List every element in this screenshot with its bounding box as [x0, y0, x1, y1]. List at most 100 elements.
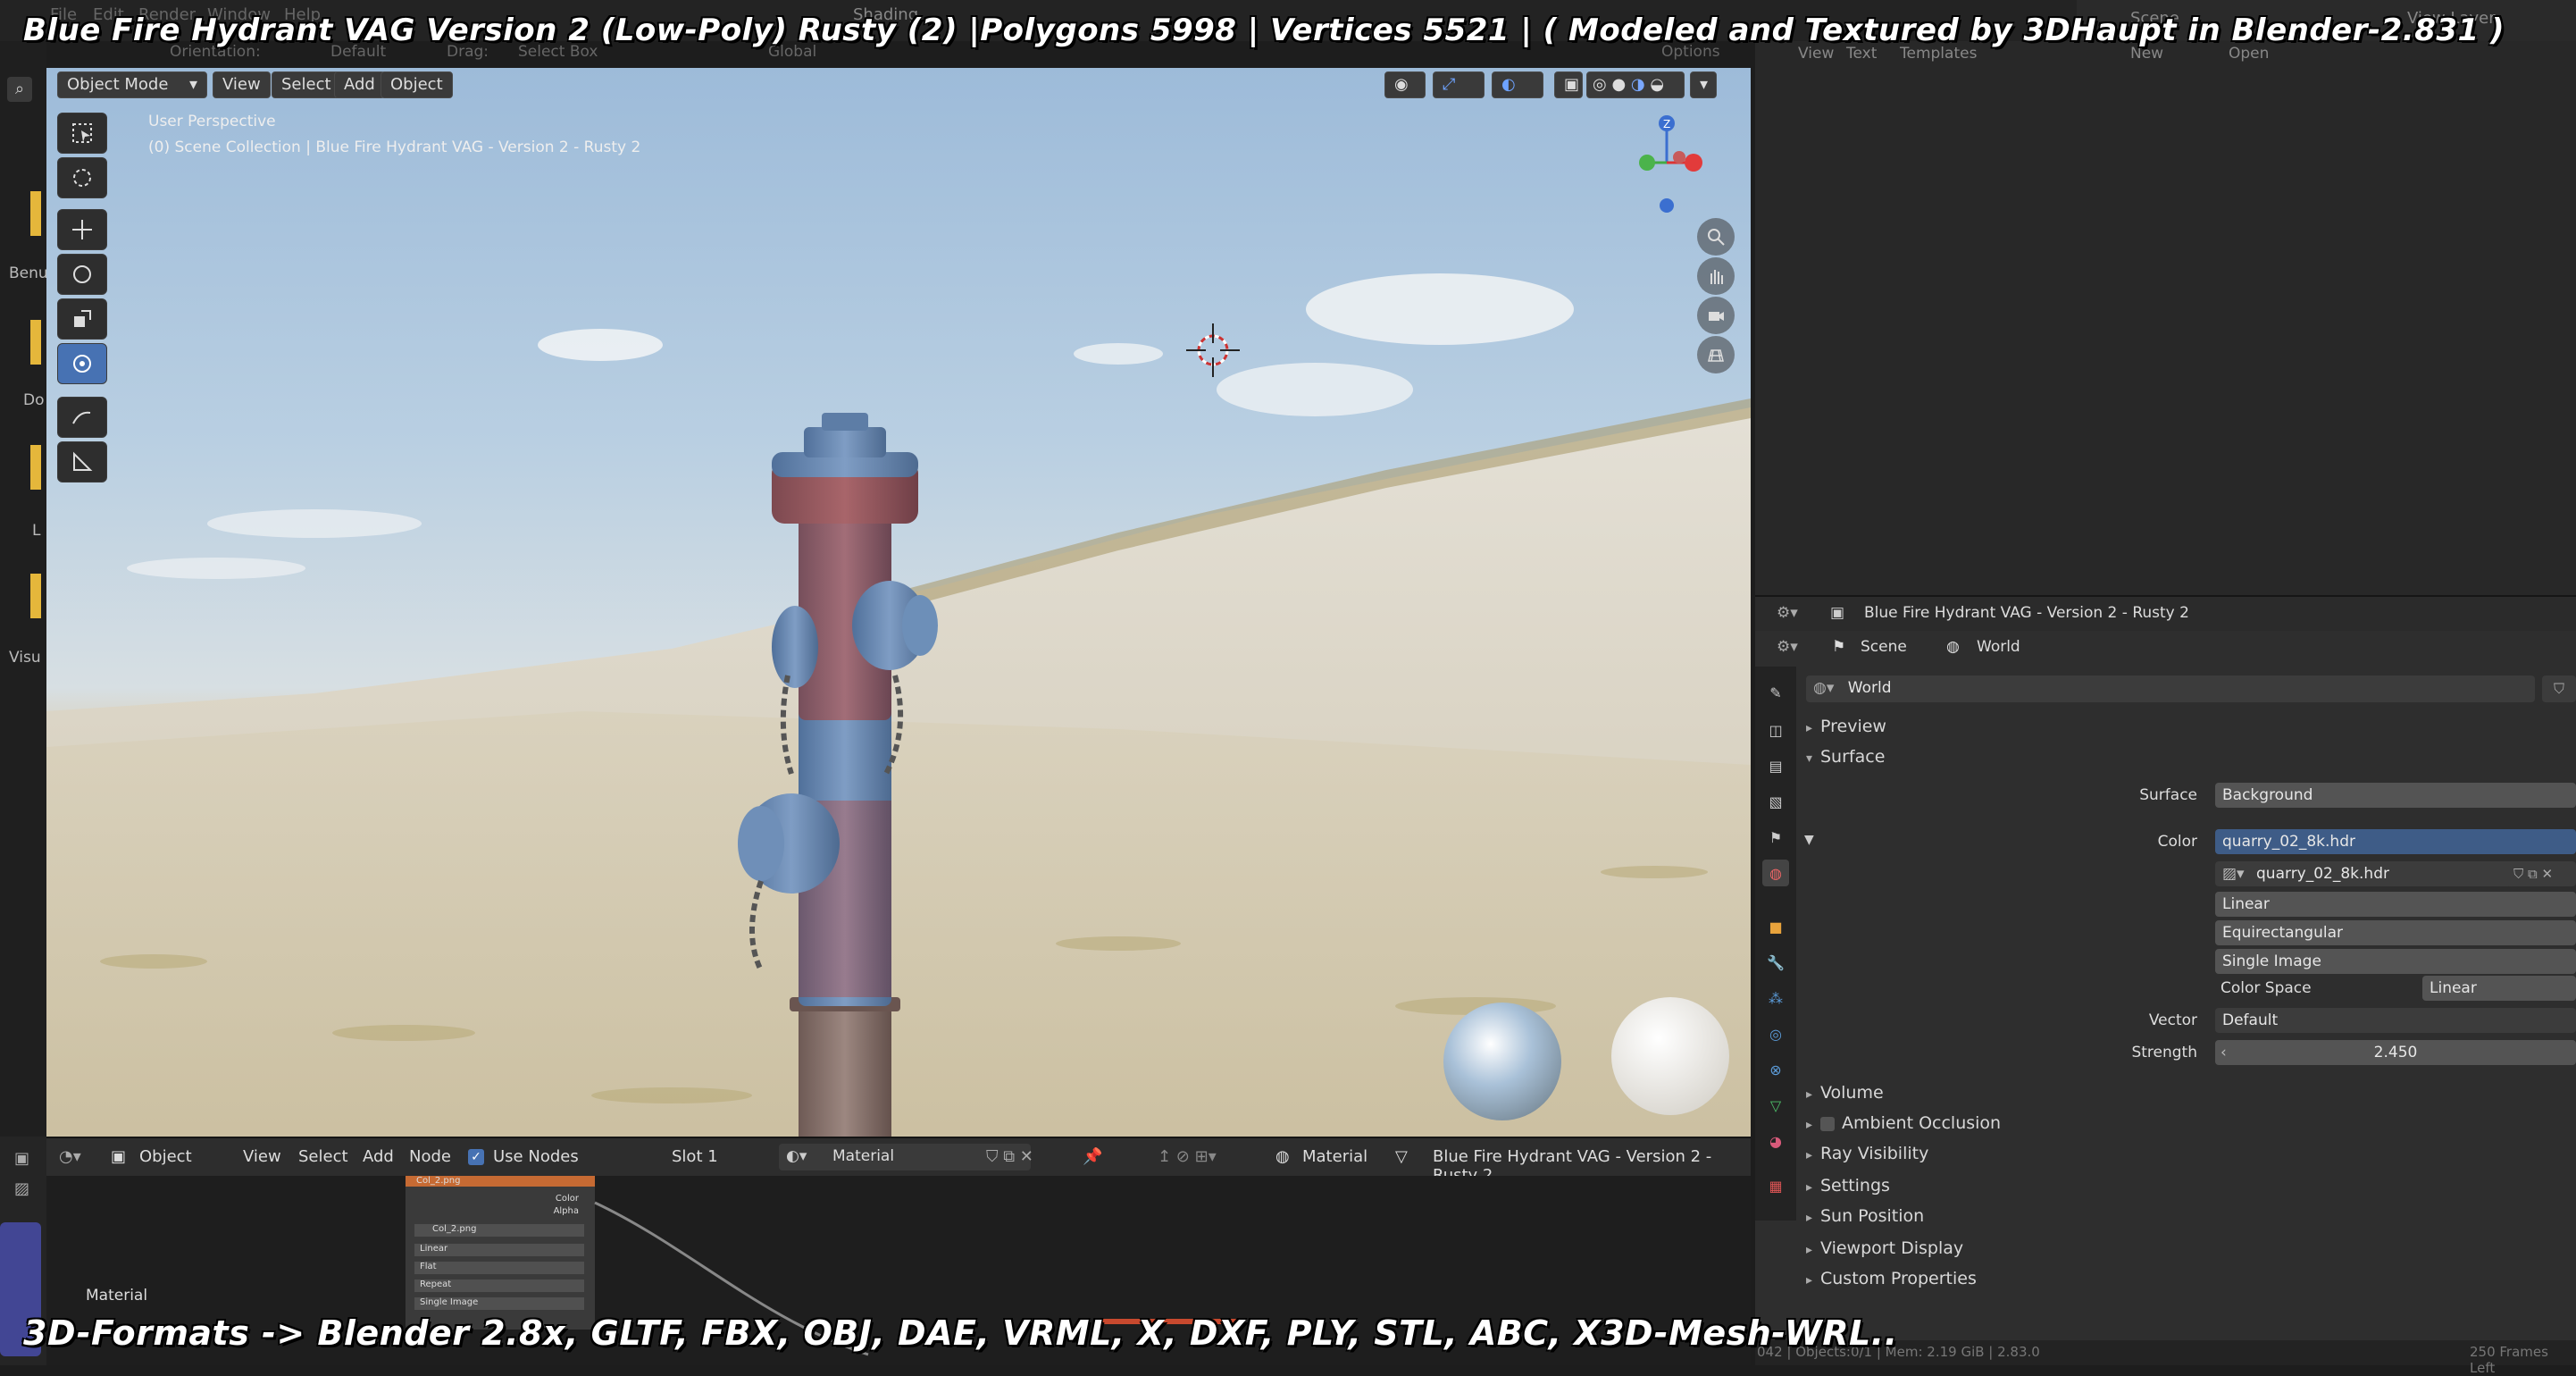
viewport-menu-object[interactable]: Object — [381, 71, 453, 98]
breadcrumb-scene[interactable]: Scene — [1861, 638, 1907, 656]
vector-input-field[interactable]: Default — [2215, 1008, 2576, 1033]
panel-viewport-display[interactable]: ▸ Viewport Display — [1806, 1238, 1963, 1258]
viewport-menu-view[interactable]: View — [213, 71, 271, 98]
text-editor-area[interactable]: View Text Templates New Open — [1755, 41, 2576, 595]
panel-ambient-occlusion[interactable]: ▸ Ambient Occlusion — [1806, 1113, 2001, 1133]
material-actions-icons[interactable]: ⛉ ⧉ ✕ — [986, 1147, 1033, 1166]
panel-custom-properties[interactable]: ▸ Custom Properties — [1806, 1269, 1977, 1288]
panel-settings[interactable]: ▸ Settings — [1806, 1176, 1890, 1196]
gizmo-toggle-icon[interactable]: ⤢ — [1433, 71, 1485, 98]
material-tab-icon[interactable]: ◕ — [1762, 1128, 1789, 1154]
node-image-field[interactable]: Col_2.png — [414, 1224, 584, 1237]
folder-icon[interactable] — [30, 191, 41, 236]
zoom-icon[interactable] — [1697, 218, 1735, 256]
wireframe-shading-icon[interactable]: ◎ — [1593, 75, 1607, 94]
folder-icon[interactable] — [30, 445, 41, 490]
panel-preview[interactable]: ▸ Preview — [1806, 717, 1886, 736]
interpolation-dropdown[interactable]: Linear — [2215, 892, 2576, 917]
fake-user-shield-icon[interactable]: ⛉ — [2542, 675, 2576, 702]
panel-sun-position[interactable]: ▸ Sun Position — [1806, 1206, 1924, 1226]
scene-tab-icon[interactable]: ⚑ — [1762, 824, 1789, 851]
rendered-shading-icon[interactable]: ◒ — [1650, 75, 1664, 94]
measure-tool-icon[interactable] — [57, 441, 107, 482]
ao-checkbox[interactable] — [1820, 1116, 1835, 1131]
breadcrumb-world[interactable]: World — [1977, 638, 2020, 656]
source-dropdown[interactable]: Single Image — [2215, 949, 2576, 974]
node-menu-select[interactable]: Select — [298, 1147, 348, 1166]
folder-icon[interactable] — [30, 574, 41, 618]
render-tab-icon[interactable]: ◫ — [1762, 717, 1789, 743]
strength-slider[interactable]: ‹ 2.450 — [2215, 1040, 2576, 1065]
tool-tab-icon[interactable]: ✎ — [1762, 679, 1789, 706]
select-box-tool-icon[interactable] — [57, 113, 107, 154]
viewport-menu-select[interactable]: Select — [272, 71, 341, 98]
node-menu-node[interactable]: Node — [409, 1147, 451, 1166]
overlays-icon[interactable]: ◐ — [1492, 71, 1543, 98]
editor-type-icon[interactable]: ⚙▾ — [1777, 604, 1798, 622]
object-mode-dropdown[interactable]: Object Mode ▾ — [57, 71, 207, 98]
physics-tab-icon[interactable]: ◎ — [1762, 1020, 1789, 1047]
output-color-socket[interactable]: Color — [556, 1194, 579, 1204]
image-texture-node[interactable]: Col_2.png Color Alpha Col_2.png Linear F… — [406, 1176, 595, 1330]
data-tab-icon[interactable]: ▽ — [1762, 1092, 1789, 1119]
world-datablock-field[interactable]: ◍▾ World — [1806, 675, 2535, 702]
visibility-icon[interactable]: ◉ — [1384, 71, 1426, 98]
particles-tab-icon[interactable]: ⁂ — [1762, 985, 1789, 1011]
node-menu-view[interactable]: View — [243, 1147, 281, 1166]
image-editor-icon[interactable]: ▨ — [14, 1179, 29, 1198]
camera-icon[interactable] — [1697, 297, 1735, 334]
panel-surface[interactable]: ▾ Surface — [1806, 747, 1885, 767]
slot-dropdown[interactable]: Slot 1 — [672, 1147, 718, 1166]
decrement-arrow-icon[interactable]: ‹ — [2221, 1040, 2227, 1065]
folder-icon[interactable] — [30, 320, 41, 365]
shading-options-dropdown[interactable]: ▾ — [1690, 71, 1717, 98]
cursor-tool-icon[interactable] — [57, 157, 107, 198]
node-extension-dropdown[interactable]: Repeat — [414, 1280, 584, 1292]
transform-tool-icon[interactable] — [57, 343, 107, 384]
texture-tab-icon[interactable]: ▦ — [1762, 1172, 1789, 1199]
editor-type-icon[interactable]: ◔▾ — [59, 1147, 81, 1166]
panel-volume[interactable]: ▸ Volume — [1806, 1083, 1884, 1103]
use-nodes-checkbox[interactable]: ✓ — [468, 1149, 484, 1165]
surface-shader-field[interactable]: Background — [2215, 783, 2576, 808]
xray-icon[interactable]: ▣ — [1554, 71, 1583, 98]
material-browse-label[interactable]: Material — [1302, 1147, 1367, 1166]
projection-dropdown[interactable]: Equirectangular — [2215, 920, 2576, 945]
pin-icon[interactable]: 📌 — [1083, 1147, 1102, 1166]
modifier-tab-icon[interactable]: 🔧 — [1762, 949, 1789, 976]
node-interpolation-dropdown[interactable]: Linear — [414, 1244, 584, 1256]
material-preview-shading-icon[interactable]: ◑ — [1631, 75, 1645, 94]
image-datablock-field[interactable]: ▨▾ quarry_02_8k.hdr — [2215, 861, 2515, 886]
editor-type-icon[interactable]: ▣ — [14, 1149, 29, 1168]
3d-viewport[interactable] — [46, 68, 1751, 1137]
view-layer-tab-icon[interactable]: ▧ — [1762, 788, 1789, 815]
output-tab-icon[interactable]: ▤ — [1762, 752, 1789, 779]
constraints-tab-icon[interactable]: ⊗ — [1762, 1056, 1789, 1083]
scale-tool-icon[interactable] — [57, 298, 107, 340]
output-alpha-socket[interactable]: Alpha — [554, 1206, 579, 1216]
search-icon[interactable]: ⌕ — [7, 77, 32, 102]
world-tab-icon[interactable]: ◍ — [1762, 860, 1789, 886]
parent-node-tree-icon[interactable]: ↥ ⊘ ⊞▾ — [1158, 1147, 1217, 1166]
object-tab-icon[interactable]: ■ — [1762, 913, 1789, 940]
rotate-tool-icon[interactable] — [57, 254, 107, 295]
navigation-gizmo[interactable]: Z — [1622, 111, 1720, 218]
panel-ray-visibility[interactable]: ▸ Ray Visibility — [1806, 1144, 1928, 1163]
grid-perspective-icon[interactable] — [1697, 336, 1735, 373]
node-projection-dropdown[interactable]: Flat — [414, 1262, 584, 1274]
annotate-tool-icon[interactable] — [57, 397, 107, 438]
editor-type-icon[interactable]: ⚙▾ — [1777, 638, 1798, 656]
shading-mode-buttons[interactable]: ◎ ● ◑ ◒ — [1586, 71, 1685, 98]
move-tool-icon[interactable] — [57, 209, 107, 250]
pan-hand-icon[interactable] — [1697, 257, 1735, 295]
node-menu-add[interactable]: Add — [363, 1147, 394, 1166]
color-input-link-field[interactable]: quarry_02_8k.hdr — [2215, 829, 2576, 854]
viewport-menu-add[interactable]: Add — [334, 71, 385, 98]
expand-triangle-icon[interactable]: ▼ — [1804, 833, 1814, 847]
color-space-dropdown[interactable]: Linear — [2422, 976, 2576, 1001]
image-actions[interactable]: ⛉ ⧉ ✕ — [2506, 861, 2576, 886]
shader-type-dropdown[interactable]: Object — [139, 1147, 192, 1166]
node-source-dropdown[interactable]: Single Image — [414, 1297, 584, 1310]
solid-shading-icon[interactable]: ● — [1611, 75, 1626, 94]
mesh-data-icon: ▽ — [1395, 1147, 1408, 1166]
